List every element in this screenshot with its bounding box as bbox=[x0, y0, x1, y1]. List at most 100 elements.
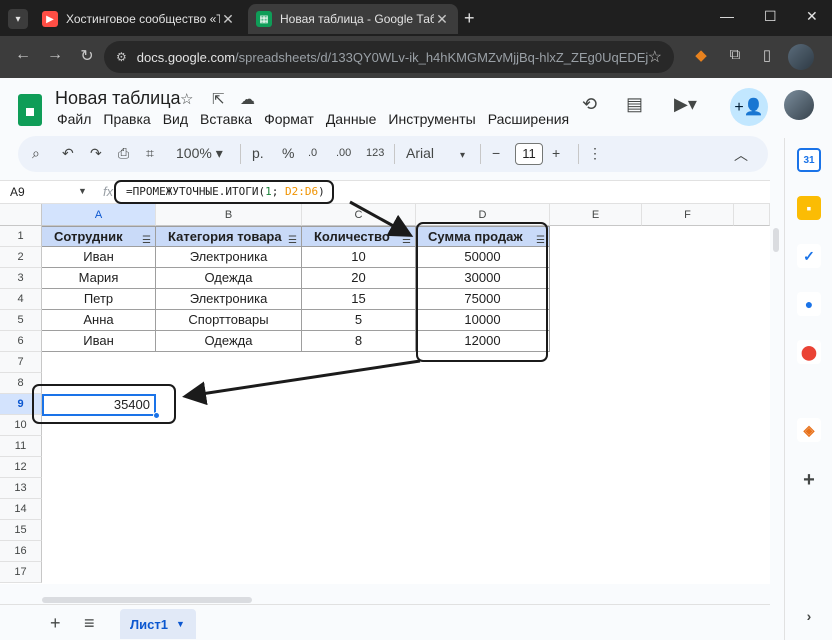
keep-icon[interactable]: ▪ bbox=[797, 196, 821, 220]
increase-font-size-button[interactable]: + bbox=[552, 145, 560, 161]
browser-profile-avatar[interactable] bbox=[788, 44, 814, 70]
currency-format-button[interactable]: р. bbox=[252, 145, 264, 161]
table-cell[interactable]: Петр bbox=[42, 289, 156, 310]
redo-icon[interactable]: ↷ bbox=[90, 145, 102, 162]
selected-cell-a9[interactable]: 35400 bbox=[42, 394, 156, 416]
fill-handle[interactable] bbox=[153, 412, 160, 419]
close-tab-icon[interactable]: ✕ bbox=[220, 11, 236, 28]
vertical-scroll-thumb[interactable] bbox=[773, 228, 779, 252]
row-header-selected[interactable]: 9 bbox=[0, 394, 42, 415]
row-header[interactable]: 12 bbox=[0, 457, 42, 478]
horizontal-scrollbar[interactable] bbox=[42, 597, 252, 603]
browser-tab-inactive[interactable]: ▶ Хостинговое сообщество «Tim ✕ bbox=[34, 4, 244, 34]
search-icon[interactable]: ⌕ bbox=[32, 145, 40, 162]
extensions-icon[interactable]: ⧉ bbox=[724, 46, 746, 63]
font-select[interactable]: Arial ▾ bbox=[406, 145, 486, 161]
table-cell[interactable]: 10000 bbox=[416, 310, 550, 331]
cloud-saved-icon[interactable]: ☁ bbox=[240, 90, 255, 108]
row-header[interactable]: 8 bbox=[0, 373, 42, 394]
table-cell[interactable]: 8 bbox=[302, 331, 416, 352]
site-info-icon[interactable]: ⚙ bbox=[116, 50, 127, 64]
table-cell[interactable]: 20 bbox=[302, 268, 416, 289]
new-tab-icon[interactable]: + bbox=[464, 8, 475, 29]
expand-panel-icon[interactable]: › bbox=[797, 604, 821, 628]
user-avatar[interactable] bbox=[784, 90, 814, 120]
table-cell[interactable]: Иван bbox=[42, 331, 156, 352]
bookmark-star-icon[interactable]: ☆ bbox=[648, 47, 662, 67]
side-panel-icon[interactable]: ▯ bbox=[756, 46, 778, 64]
reload-icon[interactable]: ↻ bbox=[76, 46, 98, 66]
address-bar[interactable]: ⚙ docs.google.com /spreadsheets/d/133QY0… bbox=[104, 41, 674, 73]
table-cell[interactable]: Одежда bbox=[156, 331, 302, 352]
menu-insert[interactable]: Вставка bbox=[200, 111, 252, 127]
row-header[interactable]: 6 bbox=[0, 331, 42, 352]
number-format-button[interactable]: 123 bbox=[366, 147, 384, 159]
row-header[interactable]: 13 bbox=[0, 478, 42, 499]
meet-icon[interactable]: ▶▾ bbox=[674, 94, 697, 115]
row-header[interactable]: 16 bbox=[0, 541, 42, 562]
table-cell[interactable]: 50000 bbox=[416, 247, 550, 268]
table-cell[interactable]: 10 bbox=[302, 247, 416, 268]
paint-format-icon[interactable]: ⌗ bbox=[146, 145, 154, 162]
document-title[interactable]: Новая таблица bbox=[55, 88, 181, 109]
table-cell[interactable]: 12000 bbox=[416, 331, 550, 352]
filter-icon[interactable]: ☰ bbox=[288, 231, 297, 246]
font-size-input[interactable]: 11 bbox=[515, 143, 543, 165]
filter-icon[interactable]: ☰ bbox=[536, 231, 545, 246]
name-box[interactable]: A9 bbox=[10, 185, 25, 199]
column-header-d[interactable]: D bbox=[416, 204, 550, 226]
move-folder-icon[interactable]: ⇱ bbox=[212, 90, 225, 108]
sheet-tab-active[interactable]: Лист1 ▼ bbox=[120, 609, 196, 639]
select-all-corner[interactable] bbox=[0, 204, 42, 226]
calendar-icon[interactable]: 31 bbox=[797, 148, 821, 172]
table-cell[interactable]: Мария bbox=[42, 268, 156, 289]
add-sheet-button[interactable]: + bbox=[50, 613, 61, 634]
table-cell[interactable]: Иван bbox=[42, 247, 156, 268]
menu-view[interactable]: Вид bbox=[163, 111, 188, 127]
table-cell[interactable]: Спорттовары bbox=[156, 310, 302, 331]
increase-decimal-button[interactable]: .00 bbox=[336, 147, 351, 159]
row-header[interactable]: 7 bbox=[0, 352, 42, 373]
row-header[interactable]: 2 bbox=[0, 247, 42, 268]
table-cell[interactable]: Одежда bbox=[156, 268, 302, 289]
row-header[interactable]: 10 bbox=[0, 415, 42, 436]
percent-format-button[interactable]: % bbox=[282, 145, 294, 161]
column-header-b[interactable]: B bbox=[156, 204, 302, 226]
addon-icon[interactable]: ◈ bbox=[797, 418, 821, 442]
header-cell-employee[interactable]: Сотрудник ☰ bbox=[42, 226, 156, 247]
share-button[interactable]: +👤 bbox=[730, 88, 768, 126]
table-cell[interactable]: 75000 bbox=[416, 289, 550, 310]
maximize-icon[interactable]: ☐ bbox=[764, 8, 777, 25]
row-header[interactable]: 4 bbox=[0, 289, 42, 310]
decrease-decimal-button[interactable]: .0 bbox=[308, 147, 317, 159]
collapse-toolbar-icon[interactable]: ︿ bbox=[734, 145, 748, 165]
table-cell[interactable]: Анна bbox=[42, 310, 156, 331]
decrease-font-size-button[interactable]: − bbox=[492, 145, 500, 161]
minimize-icon[interactable]: — bbox=[720, 8, 734, 24]
print-icon[interactable]: ⎙ bbox=[118, 145, 129, 162]
header-cell-category[interactable]: Категория товара ☰ bbox=[156, 226, 302, 247]
undo-icon[interactable]: ↶ bbox=[62, 145, 74, 162]
column-header-f[interactable]: F bbox=[642, 204, 734, 226]
table-cell[interactable]: Электроника bbox=[156, 289, 302, 310]
column-header-e[interactable]: E bbox=[550, 204, 642, 226]
filter-icon[interactable]: ☰ bbox=[142, 231, 151, 246]
star-icon[interactable]: ☆ bbox=[180, 90, 193, 108]
column-header-c[interactable]: C bbox=[302, 204, 416, 226]
menu-tools[interactable]: Инструменты bbox=[388, 111, 475, 127]
forward-icon[interactable]: → bbox=[44, 46, 66, 64]
row-header[interactable]: 14 bbox=[0, 499, 42, 520]
chevron-down-icon[interactable]: ▼ bbox=[78, 186, 87, 196]
contacts-icon[interactable]: ● bbox=[797, 292, 821, 316]
column-header-a[interactable]: A bbox=[42, 204, 156, 226]
header-cell-quantity[interactable]: Количество ☰ bbox=[302, 226, 416, 247]
back-icon[interactable]: ← bbox=[12, 46, 34, 64]
get-addons-icon[interactable]: + bbox=[797, 468, 821, 492]
table-cell[interactable]: Электроника bbox=[156, 247, 302, 268]
row-header[interactable]: 3 bbox=[0, 268, 42, 289]
menu-format[interactable]: Формат bbox=[264, 111, 314, 127]
row-header[interactable]: 17 bbox=[0, 562, 42, 583]
column-header-g[interactable] bbox=[734, 204, 770, 226]
row-header[interactable]: 11 bbox=[0, 436, 42, 457]
chevron-down-icon[interactable]: ▼ bbox=[176, 619, 185, 629]
